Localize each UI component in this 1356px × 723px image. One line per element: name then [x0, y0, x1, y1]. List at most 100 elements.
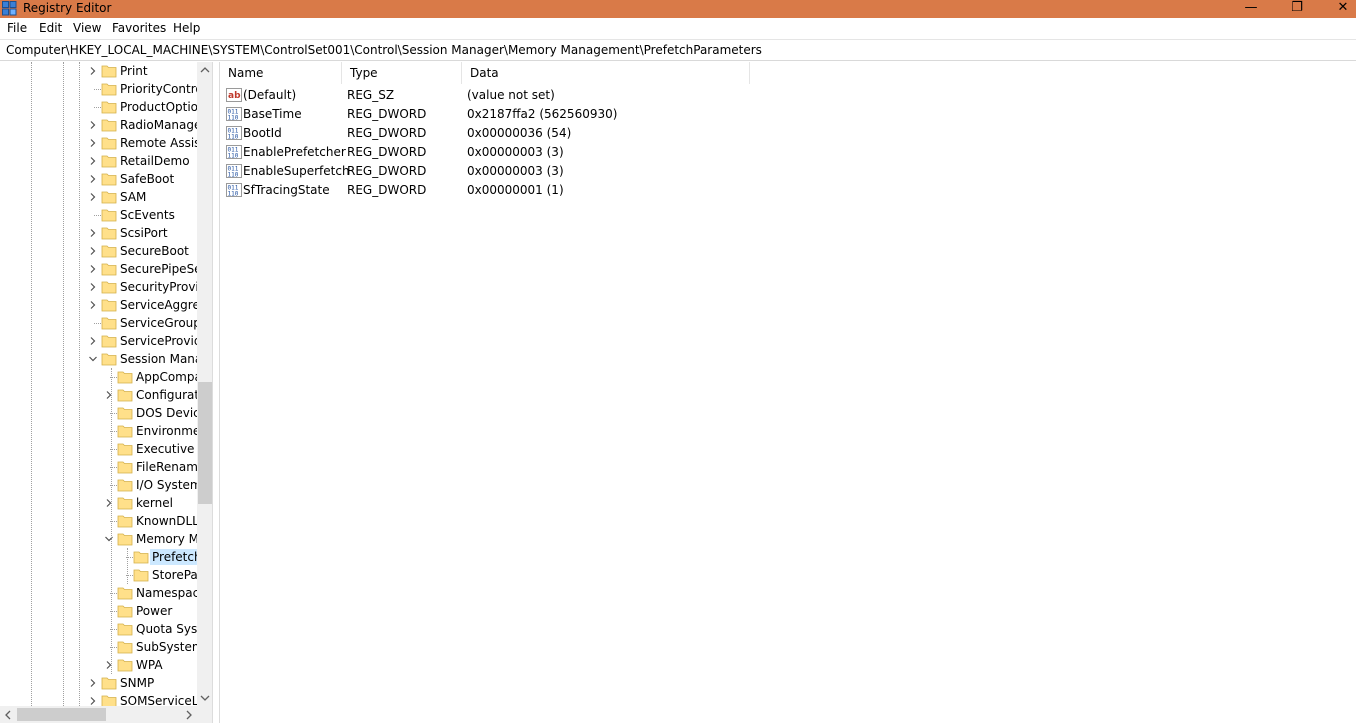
chevron-right-icon[interactable]	[88, 282, 98, 292]
tree-item-label: Power	[136, 604, 173, 618]
value-row[interactable]: 011 110 EnableSuperfetch REG_DWORD 0x0000000…	[220, 162, 750, 181]
folder-icon	[101, 227, 117, 240]
value-type: REG_DWORD	[347, 126, 427, 140]
value-data: 0x00000003 (3)	[467, 145, 564, 159]
address-bar[interactable]: Computer\HKEY_LOCAL_MACHINE\SYSTEM\Contr…	[0, 39, 1356, 61]
tree-item[interactable]: StorePar	[0, 566, 197, 584]
tree-item[interactable]: ScEvents	[0, 206, 197, 224]
tree-item[interactable]: RetailDemo	[0, 152, 197, 170]
chevron-right-icon[interactable]	[88, 678, 98, 688]
chevron-right-icon[interactable]	[88, 300, 98, 310]
chevron-right-icon[interactable]	[88, 138, 98, 148]
chevron-right-icon[interactable]	[88, 264, 98, 274]
values-pane[interactable]: Name Type Data ab (Default) REG_SZ (value n…	[219, 62, 1356, 723]
tree-item[interactable]: I/O System	[0, 476, 197, 494]
chevron-right-icon[interactable]	[88, 228, 98, 238]
chevron-right-icon[interactable]	[88, 192, 98, 202]
tree-item[interactable]: Memory M	[0, 530, 197, 548]
scroll-left-icon[interactable]	[4, 710, 12, 720]
menu-view[interactable]: View	[73, 21, 101, 36]
tree-item[interactable]: ServiceAggreg	[0, 296, 197, 314]
value-row[interactable]: 011 110 EnablePrefetcher REG_DWORD 0x0000000…	[220, 143, 750, 162]
value-name: EnablePrefetcher	[243, 145, 346, 159]
tree-item[interactable]: FileRename	[0, 458, 197, 476]
tree-item[interactable]: Power	[0, 602, 197, 620]
scroll-right-icon[interactable]	[185, 710, 193, 720]
tree-item[interactable]: WPA	[0, 656, 197, 674]
column-header-data[interactable]: Data	[462, 62, 750, 84]
chevron-right-icon[interactable]	[88, 66, 98, 76]
tree-item[interactable]: Print	[0, 62, 197, 80]
dword-value-icon: 011110	[226, 164, 242, 179]
tree-item[interactable]: Session Manag	[0, 350, 197, 368]
address-path[interactable]: Computer\HKEY_LOCAL_MACHINE\SYSTEM\Contr…	[6, 43, 762, 58]
chevron-right-icon[interactable]	[88, 246, 98, 256]
key-tree[interactable]: Print PriorityContro ProductOptior RadioMan…	[0, 62, 197, 706]
value-row[interactable]: 011 110 BaseTime REG_DWORD 0x2187ffa2 (56256…	[220, 105, 750, 124]
tree-item[interactable]: Remote Assist	[0, 134, 197, 152]
tree-item[interactable]: Configurat	[0, 386, 197, 404]
tree-item-label: SecureBoot	[120, 244, 189, 258]
folder-icon	[101, 335, 117, 348]
value-row[interactable]: 011 110 SfTracingState REG_DWORD 0x00000001 …	[220, 181, 750, 200]
tree-horizontal-scrollbar[interactable]	[0, 706, 197, 723]
tree-item-label: ProductOptior	[120, 100, 197, 114]
menu-file[interactable]: File	[7, 21, 27, 36]
tree-item[interactable]: kernel	[0, 494, 197, 512]
tree-item[interactable]: SAM	[0, 188, 197, 206]
minimize-button[interactable]: —	[1228, 0, 1274, 18]
chevron-right-icon[interactable]	[104, 498, 114, 508]
tree-item[interactable]: ServiceGroupC	[0, 314, 197, 332]
tree-item[interactable]: SubSystem	[0, 638, 197, 656]
chevron-right-icon[interactable]	[104, 390, 114, 400]
menu-help[interactable]: Help	[173, 21, 200, 36]
tree-item[interactable]: PriorityContro	[0, 80, 197, 98]
tree-item-label: Quota Syst	[136, 622, 197, 636]
tree-item[interactable]: SOMServiceLis	[0, 692, 197, 706]
maximize-button[interactable]: ❐	[1274, 0, 1320, 18]
tree-vertical-scroll-thumb[interactable]	[198, 382, 212, 504]
chevron-down-icon[interactable]	[104, 534, 114, 544]
title-bar[interactable]: Registry Editor — ❐ ✕	[0, 0, 1356, 18]
tree-item-label: ServiceProvide	[120, 334, 197, 348]
tree-vertical-scrollbar[interactable]	[197, 62, 212, 706]
tree-item[interactable]: SecurePipeSer	[0, 260, 197, 278]
tree-item[interactable]: Prefetch	[0, 548, 197, 566]
tree-item[interactable]: AppCompa	[0, 368, 197, 386]
tree-item[interactable]: DOS Device	[0, 404, 197, 422]
tree-item[interactable]: SNMP	[0, 674, 197, 692]
tree-item[interactable]: KnownDLL	[0, 512, 197, 530]
tree-item[interactable]: Quota Syst	[0, 620, 197, 638]
chevron-right-icon[interactable]	[88, 696, 98, 706]
value-row[interactable]: ab (Default) REG_SZ (value not set)	[220, 86, 750, 105]
chevron-right-icon[interactable]	[104, 660, 114, 670]
folder-icon	[101, 695, 117, 706]
tree-item[interactable]: RadioManage	[0, 116, 197, 134]
svg-text:110: 110	[228, 153, 239, 160]
chevron-right-icon[interactable]	[88, 156, 98, 166]
tree-item[interactable]: ProductOptior	[0, 98, 197, 116]
column-header-type[interactable]: Type	[342, 62, 462, 84]
tree-item[interactable]: Executive	[0, 440, 197, 458]
key-tree-pane[interactable]: Print PriorityContro ProductOptior RadioMan…	[0, 62, 213, 723]
menu-edit[interactable]: Edit	[39, 21, 62, 36]
tree-item[interactable]: ServiceProvide	[0, 332, 197, 350]
chevron-down-icon[interactable]	[88, 354, 98, 364]
chevron-right-icon[interactable]	[88, 174, 98, 184]
tree-item[interactable]: SafeBoot	[0, 170, 197, 188]
value-row[interactable]: 011 110 BootId REG_DWORD 0x00000036 (54)	[220, 124, 750, 143]
tree-item[interactable]: SecurityProvic	[0, 278, 197, 296]
tree-item-label: KnownDLL	[136, 514, 197, 528]
column-header-name[interactable]: Name	[220, 62, 342, 84]
tree-item[interactable]: SecureBoot	[0, 242, 197, 260]
tree-item[interactable]: Environme	[0, 422, 197, 440]
tree-horizontal-scroll-thumb[interactable]	[17, 708, 106, 721]
scroll-up-icon[interactable]	[200, 66, 210, 74]
chevron-right-icon[interactable]	[88, 336, 98, 346]
chevron-right-icon[interactable]	[88, 120, 98, 130]
scroll-down-icon[interactable]	[200, 694, 210, 702]
menu-favorites[interactable]: Favorites	[112, 21, 166, 36]
close-button[interactable]: ✕	[1320, 0, 1356, 18]
tree-item[interactable]: Namespac	[0, 584, 197, 602]
tree-item[interactable]: ScsiPort	[0, 224, 197, 242]
